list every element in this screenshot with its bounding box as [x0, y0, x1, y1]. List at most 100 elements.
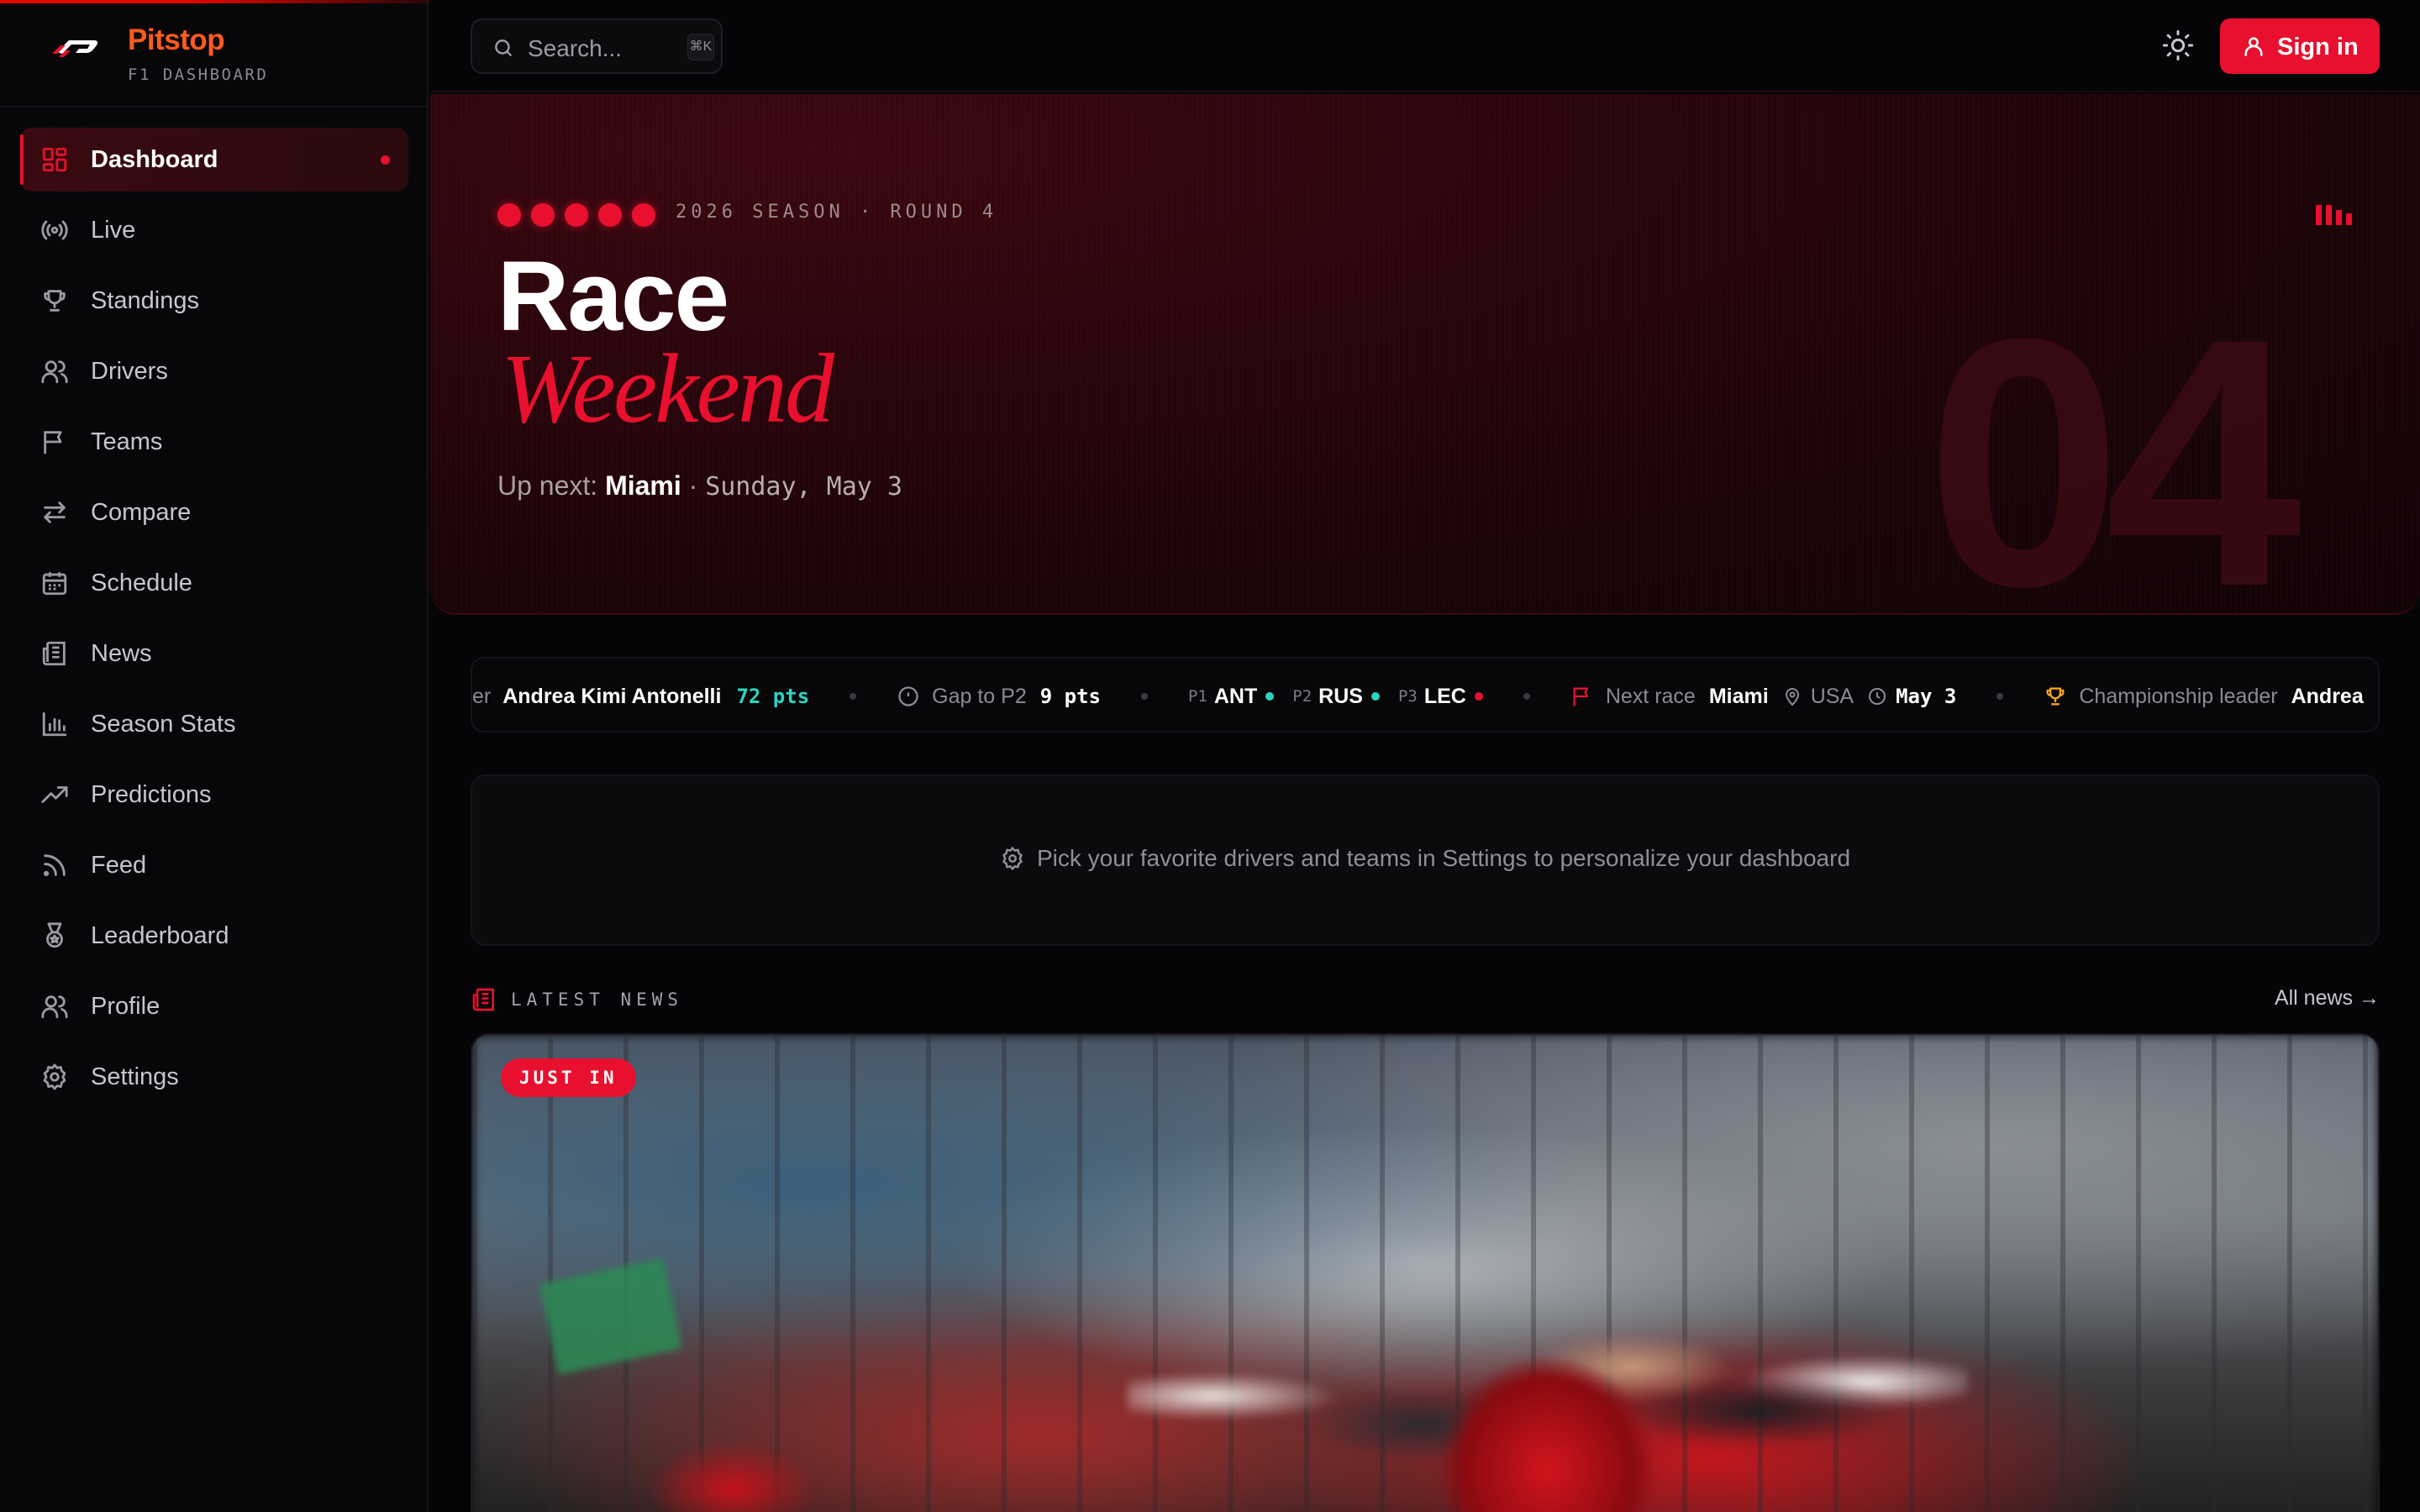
broadcast-icon: [40, 216, 69, 244]
start-lights: [497, 203, 655, 227]
sidebar-item-live[interactable]: Live: [20, 198, 408, 262]
podium-driver-code: RUS: [1318, 684, 1363, 708]
sidebar-item-label: Profile: [91, 992, 160, 1020]
brand-name: Pitstop: [128, 24, 225, 56]
gear-icon: [40, 1063, 69, 1091]
sidebar-item-label: Feed: [91, 851, 147, 879]
sidebar-item-standings[interactable]: Standings: [20, 269, 408, 333]
all-news-link[interactable]: All news →: [2275, 986, 2380, 1011]
start-light: [632, 203, 655, 227]
sidebar: Pitstop F1 DASHBOARD Dashboard Live Stan…: [0, 0, 429, 1512]
sidebar-item-predictions[interactable]: Predictions: [20, 763, 408, 827]
ticker-separator: [850, 693, 857, 700]
sidebar-item-feed[interactable]: Feed: [20, 833, 408, 897]
flag-icon: [1573, 687, 1588, 706]
sidebar-item-compare[interactable]: Compare: [20, 480, 408, 544]
sidebar-item-news[interactable]: News: [20, 622, 408, 685]
sidebar-item-settings[interactable]: Settings: [20, 1045, 408, 1109]
ticker-next-race-date: May 3: [1896, 685, 1957, 708]
sidebar-item-label: Schedule: [91, 569, 192, 596]
ticker-leader-points: 72 pts: [736, 685, 810, 708]
sidebar-item-label: Dashboard: [91, 145, 218, 173]
start-light: [565, 203, 588, 227]
user-icon: [2244, 37, 2263, 56]
trophy-icon: [2046, 687, 2065, 706]
timer-icon: [898, 686, 918, 706]
ticker-separator: [1140, 693, 1148, 700]
gear-icon: [1002, 847, 1023, 870]
sign-in-button[interactable]: Sign in: [2220, 18, 2380, 74]
start-light: [497, 203, 521, 227]
latest-news-header: LATEST NEWS All news →: [471, 984, 2380, 1018]
sidebar-item-schedule[interactable]: Schedule: [20, 551, 408, 615]
search-placeholder: Search...: [528, 35, 623, 61]
up-next-info[interactable]: Up next: Miami · Sunday, May 3: [497, 470, 902, 501]
users-icon: [40, 357, 69, 386]
clock-icon: [1869, 688, 1886, 705]
up-next-prefix: Up next:: [497, 470, 598, 501]
stats-ticker: er Andrea Kimi Antonelli 72 pts Gap to P…: [471, 657, 2380, 732]
rss-icon: [40, 851, 69, 879]
trophy-icon: [40, 286, 69, 315]
sidebar-item-teams[interactable]: Teams: [20, 410, 408, 474]
personalize-text: Pick your favorite drivers and teams in …: [1036, 845, 1851, 871]
arrow-right-icon: →: [2359, 986, 2380, 1010]
ticker-next-race-city: Miami: [1708, 684, 1769, 708]
personalize-banner[interactable]: Pick your favorite drivers and teams in …: [471, 774, 2380, 946]
ticker-gap-label: Gap to P2: [932, 684, 1027, 708]
sidebar-item-label: Settings: [91, 1063, 179, 1090]
hero-title-accent: Weekend: [501, 333, 834, 444]
podium-position: P3: [1397, 687, 1418, 706]
latest-news-label: LATEST NEWS: [511, 990, 684, 1010]
sidebar-item-drivers[interactable]: Drivers: [20, 339, 408, 403]
sidebar-item-dashboard[interactable]: Dashboard: [20, 128, 408, 192]
news-photo-car: [640, 1438, 825, 1512]
podium-position: P2: [1292, 687, 1313, 706]
medal-icon: [40, 921, 69, 950]
newspaper-icon: [40, 639, 69, 668]
brand[interactable]: Pitstop F1 DASHBOARD: [0, 0, 429, 108]
sidebar-item-label: Drivers: [91, 357, 168, 385]
just-in-badge: JUST IN: [501, 1058, 636, 1097]
featured-news-card[interactable]: JUST IN: [471, 1033, 2380, 1512]
sidebar-item-season-stats[interactable]: Season Stats: [20, 692, 408, 756]
up-next-separator: ·: [688, 470, 698, 501]
top-bar: Search... ⌘K Sign in: [430, 0, 2420, 92]
arrows-swap-icon: [40, 498, 69, 527]
ticker-gap-value: 9 pts: [1039, 685, 1101, 708]
hero-title: Race: [497, 241, 729, 352]
personalize-message: Pick your favorite drivers and teams in …: [472, 845, 2378, 872]
newspaper-icon: [472, 988, 494, 1011]
ticker-separator: [1996, 693, 2004, 700]
all-news-label: All news: [2274, 986, 2354, 1010]
podium-driver-code: ANT: [1213, 684, 1258, 708]
round-number-watermark: 04: [1926, 266, 2302, 615]
search-icon: [495, 39, 512, 56]
ticker-leader-prefix: er: [472, 684, 492, 708]
team-color-dot: [1370, 692, 1380, 701]
bar-chart-icon: [40, 710, 69, 738]
sidebar-item-leaderboard[interactable]: Leaderboard: [20, 904, 408, 968]
brand-subtitle: F1 DASHBOARD: [128, 66, 269, 84]
sign-in-label: Sign in: [2277, 34, 2359, 60]
team-color-dot: [1265, 692, 1275, 701]
ticker-next-race-label: Next race: [1605, 684, 1696, 708]
sun-icon[interactable]: [2161, 29, 2195, 62]
sidebar-nav: Dashboard Live Standings Drivers Teams C…: [20, 128, 408, 1116]
active-indicator-dot: [381, 155, 390, 165]
sidebar-item-label: Predictions: [91, 780, 212, 808]
signal-bars-icon: [2316, 205, 2352, 225]
sidebar-item-label: Compare: [91, 498, 192, 526]
grid-icon: [40, 145, 69, 174]
ticker-next-race-country: USA: [1810, 684, 1854, 708]
search-input[interactable]: Search... ⌘K: [471, 18, 723, 74]
up-next-city: Miami: [605, 470, 681, 501]
ticker-champ-label: Championship leader: [2079, 684, 2278, 708]
race-weekend-hero: 04 2026 SEASON · ROUND 4 Race Weekend Up…: [430, 94, 2420, 615]
sidebar-item-profile[interactable]: Profile: [20, 974, 408, 1038]
start-light: [598, 203, 622, 227]
pitstop-logo-icon: [52, 40, 97, 57]
search-shortcut-badge: ⌘K: [687, 34, 714, 60]
map-pin-icon: [1785, 688, 1799, 706]
trending-up-icon: [40, 780, 69, 809]
